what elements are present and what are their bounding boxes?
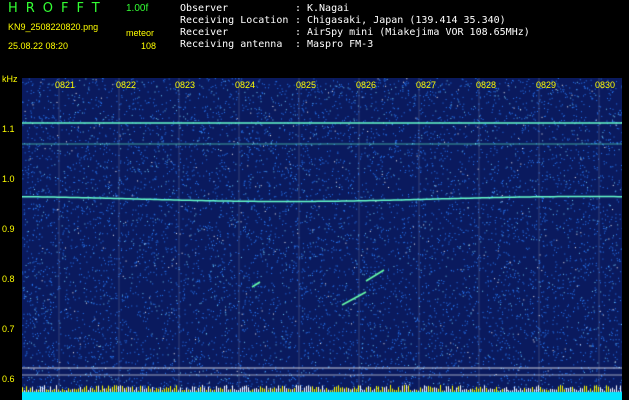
- time-tick-label: 0822: [116, 80, 137, 90]
- meta-row-location: Receiving Location: Chigasaki, Japan (139…: [180, 15, 506, 26]
- y-tick-label: 0.9: [2, 224, 15, 234]
- meta-row-receiver: Receiver: AirSpy mini (Miakejima VOR 108.…: [180, 27, 530, 38]
- spectrogram-canvas: [22, 78, 622, 400]
- time-tick-label: 0823: [175, 80, 196, 90]
- y-tick-label: 0.6: [2, 374, 15, 384]
- time-tick-label: 0821: [55, 80, 76, 90]
- y-tick-label: 1.0: [2, 174, 15, 184]
- time-tick-label: 0828: [476, 80, 497, 90]
- y-tick-label: 1.1: [2, 124, 15, 134]
- app-logo: HROFFT: [8, 1, 108, 16]
- y-axis-unit: kHz: [2, 74, 18, 84]
- time-tick-label: 0825: [296, 80, 317, 90]
- time-tick-label: 0830: [595, 80, 616, 90]
- time-tick-label: 0826: [356, 80, 377, 90]
- echo-count: 108: [141, 41, 157, 51]
- header-panel: HROFFT 1.00f KN9_2508220820.png meteor 2…: [0, 0, 629, 78]
- meta-row-observer: Observer: K.Nagai: [180, 3, 350, 14]
- observation-type: meteor: [126, 28, 155, 38]
- observation-metadata: Observer: K.Nagai Receiving Location: Chig…: [180, 3, 530, 51]
- y-tick-label: 0.7: [2, 324, 15, 334]
- app-version: 1.00f: [126, 3, 149, 14]
- meta-row-antenna: Receiving antenna: Maspro FM-3: [180, 39, 374, 50]
- time-tick-label: 0824: [235, 80, 256, 90]
- file-name: KN9_2508220820.png: [8, 22, 99, 32]
- observation-datetime: 25.08.22 08:20: [8, 41, 69, 51]
- time-tick-label: 0829: [536, 80, 557, 90]
- y-tick-label: 0.8: [2, 274, 15, 284]
- time-tick-label: 0827: [416, 80, 437, 90]
